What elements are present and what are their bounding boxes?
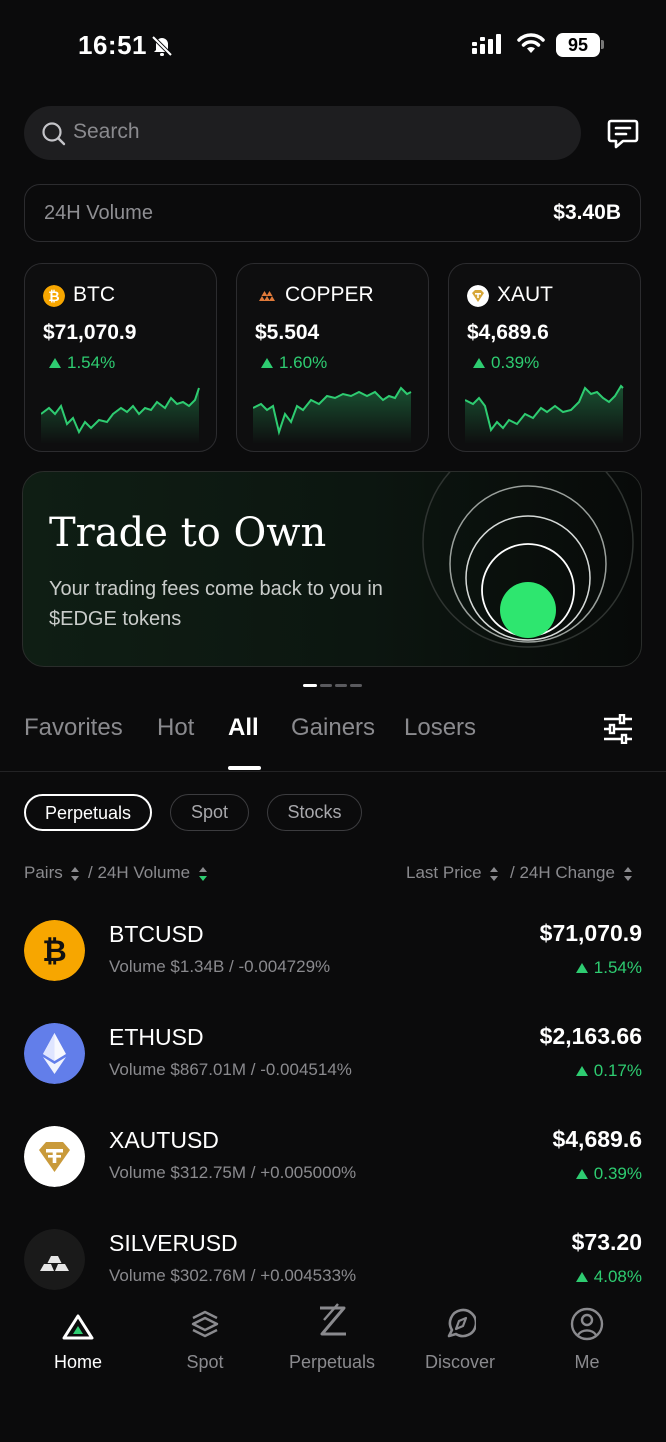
market-price: $4,689.6	[552, 1126, 642, 1152]
chip-perpetuals[interactable]: Perpetuals	[24, 794, 152, 831]
banner-title: Trade to Own	[49, 510, 327, 556]
ticker-change: 1.54%	[49, 353, 115, 373]
svg-text:₿: ₿	[48, 288, 59, 304]
tab-all[interactable]: All	[228, 714, 259, 742]
market-tabs: Favorites Hot All Gainers Losers	[0, 700, 666, 772]
market-symbol: XAUTUSD	[109, 1127, 219, 1153]
xaut-gold-icon	[467, 285, 489, 307]
market-change: 0.39%	[575, 1164, 642, 1184]
volume-value: $3.40B	[553, 201, 621, 224]
market-symbol: BTCUSD	[109, 921, 204, 947]
market-price: $2,163.66	[539, 1023, 642, 1049]
market-row-ethusd[interactable]: ETHUSD Volume $867.01M / -0.004514% $2,1…	[0, 1007, 666, 1110]
nav-home[interactable]: Home	[23, 1302, 133, 1373]
carousel-pagination	[303, 684, 362, 687]
sort-last-price[interactable]: Last Price	[406, 863, 499, 883]
market-row-xautusd[interactable]: XAUTUSD Volume $312.75M / +0.005000% $4,…	[0, 1110, 666, 1213]
market-row-btcusd[interactable]: ₿ BTCUSD Volume $1.34B / -0.004729% $71,…	[0, 904, 666, 1007]
ticker-name: XAUT	[497, 283, 554, 306]
active-tab-indicator	[228, 766, 261, 770]
ticker-card-btc[interactable]: ₿ BTC $71,070.9 1.54%	[24, 263, 217, 452]
sort-arrows-icon	[198, 866, 207, 881]
ticker-price: $71,070.9	[43, 321, 137, 344]
market-symbol: SILVERUSD	[109, 1230, 238, 1256]
tab-favorites[interactable]: Favorites	[24, 714, 123, 742]
promo-banner[interactable]: Trade to Own Your trading fees come back…	[22, 471, 642, 667]
perpetuals-icon	[320, 1303, 346, 1336]
sort-arrows-icon	[623, 866, 632, 881]
copper-bars-icon	[259, 291, 275, 301]
btc-coin-icon: ₿	[43, 285, 65, 307]
nav-perpetuals[interactable]: Perpetuals	[277, 1302, 387, 1373]
bottom-navigation: Home Spot Perpetuals Discover Me	[0, 1290, 666, 1442]
cellular-signal-icon	[472, 34, 501, 54]
status-time: 16:51	[78, 30, 147, 60]
spot-layers-icon	[191, 1310, 219, 1338]
xaut-gold-icon	[24, 1126, 85, 1187]
ticker-price: $4,689.6	[467, 321, 549, 344]
discover-compass-icon	[447, 1308, 476, 1338]
copper-sparkline	[253, 386, 412, 444]
market-change: 1.54%	[575, 958, 642, 978]
market-volume: Volume $302.76M / +0.004533%	[109, 1266, 357, 1285]
market-volume: Volume $867.01M / -0.004514%	[109, 1060, 352, 1079]
eth-coin-icon	[24, 1023, 85, 1084]
ticker-card-xaut[interactable]: XAUT $4,689.6 0.39%	[448, 263, 641, 452]
nav-discover[interactable]: Discover	[405, 1302, 515, 1373]
ticker-price: $5.504	[255, 321, 320, 344]
volume-label: 24H Volume	[44, 202, 153, 224]
market-symbol: ETHUSD	[109, 1024, 204, 1050]
market-change: 0.17%	[575, 1061, 642, 1081]
btc-coin-icon: ₿	[24, 920, 85, 981]
tab-hot[interactable]: Hot	[157, 714, 194, 742]
xaut-sparkline	[465, 384, 624, 444]
market-price: $71,070.9	[539, 920, 642, 946]
search-placeholder: Search	[73, 120, 140, 143]
bell-muted-icon	[151, 35, 173, 57]
chip-stocks[interactable]: Stocks	[267, 794, 362, 831]
sort-arrows-icon	[490, 866, 499, 881]
search-input[interactable]: Search	[24, 106, 581, 160]
profile-icon	[570, 1307, 604, 1341]
volume-summary[interactable]: 24H Volume $3.40B	[24, 184, 641, 242]
home-icon	[62, 1314, 94, 1340]
filter-settings-icon[interactable]	[602, 714, 634, 744]
status-bar: 16:51 95	[0, 0, 666, 92]
market-change: 4.08%	[575, 1267, 642, 1287]
market-price: $73.20	[571, 1229, 642, 1255]
nav-me[interactable]: Me	[532, 1302, 642, 1373]
ticker-name: COPPER	[285, 283, 374, 306]
target-rings-graphic	[422, 472, 634, 648]
ticker-change: 1.60%	[261, 353, 327, 373]
tab-losers[interactable]: Losers	[404, 714, 476, 742]
ticker-change: 0.39%	[473, 353, 539, 373]
btc-sparkline	[41, 387, 200, 444]
sort-24h-change[interactable]: / 24H Change	[510, 863, 632, 883]
ticker-card-copper[interactable]: COPPER $5.504 1.60%	[236, 263, 429, 452]
chip-spot[interactable]: Spot	[170, 794, 249, 831]
sort-pairs[interactable]: Pairs	[24, 863, 80, 883]
nav-spot[interactable]: Spot	[150, 1302, 260, 1373]
banner-subtitle: Your trading fees come back to you in $E…	[49, 578, 383, 630]
wifi-icon	[517, 33, 545, 53]
tab-gainers[interactable]: Gainers	[291, 714, 375, 742]
market-volume: Volume $1.34B / -0.004729%	[109, 957, 331, 976]
search-icon	[42, 122, 66, 146]
messages-icon[interactable]	[606, 117, 640, 151]
silver-bars-icon	[24, 1229, 85, 1290]
ticker-name: BTC	[73, 283, 115, 306]
battery-indicator: 95	[556, 33, 600, 57]
svg-text:₿: ₿	[42, 935, 66, 968]
sort-arrows-icon	[71, 866, 80, 881]
battery-cap	[601, 40, 604, 49]
market-volume: Volume $312.75M / +0.005000%	[109, 1163, 357, 1182]
sort-24h-volume[interactable]: / 24H Volume	[88, 863, 207, 883]
